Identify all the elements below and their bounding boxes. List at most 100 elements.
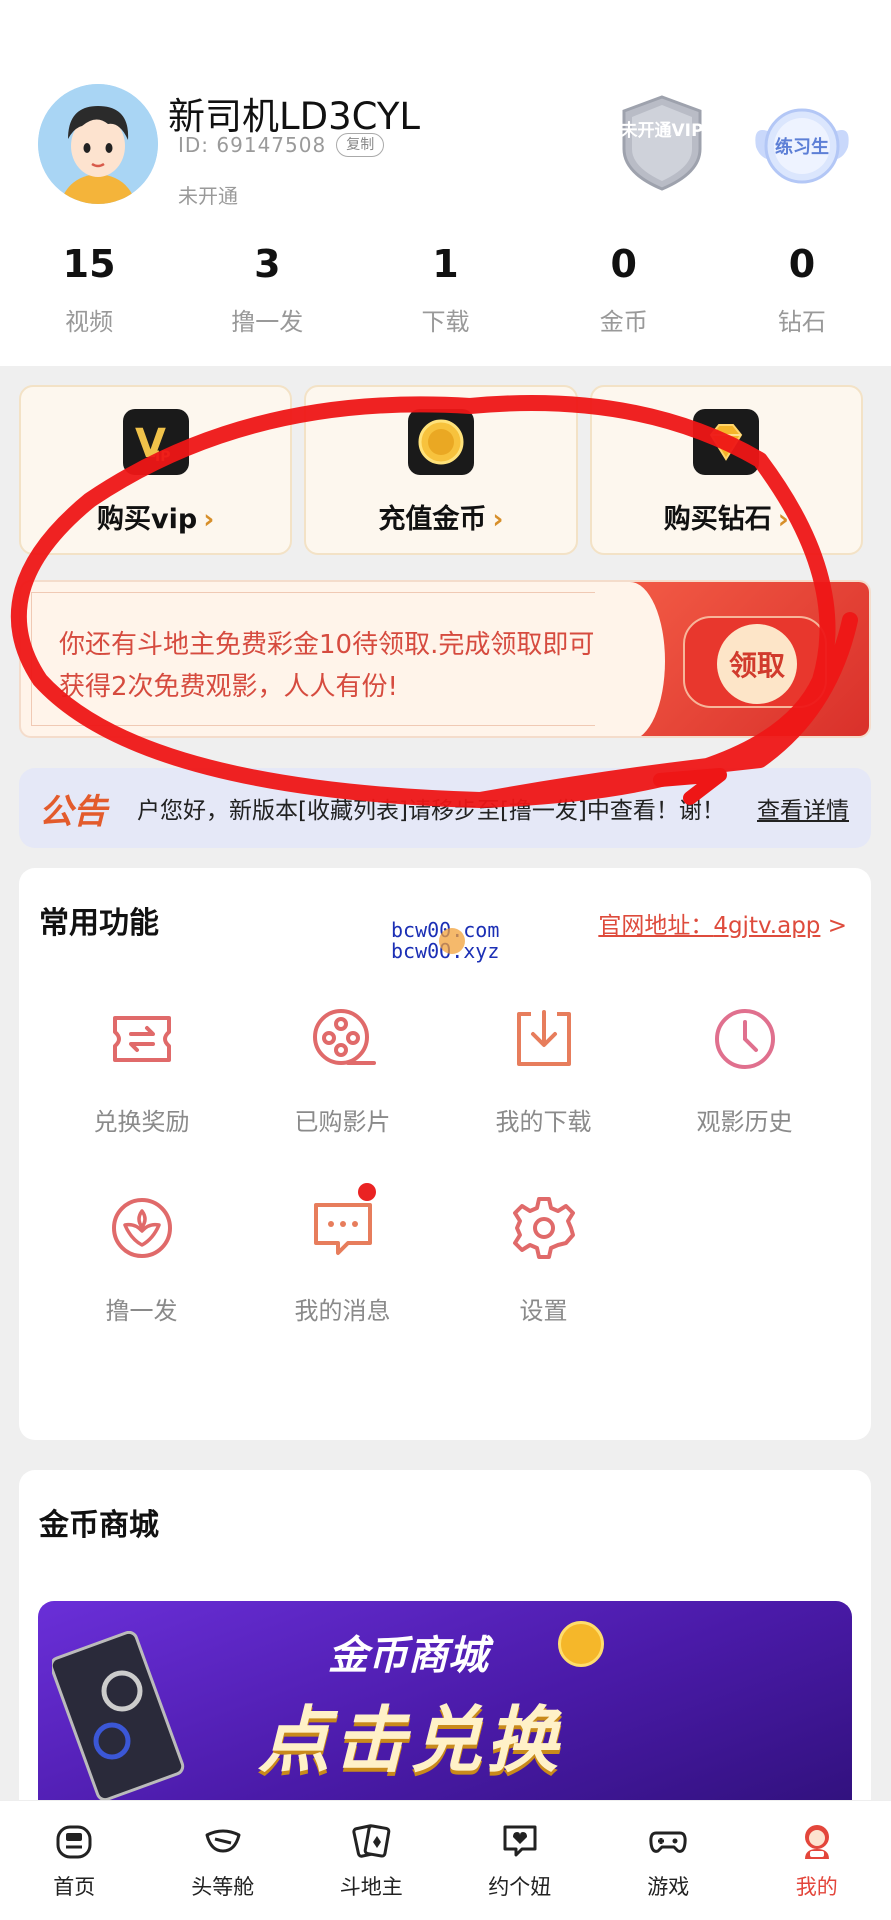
- copy-id-button[interactable]: 复制: [336, 133, 385, 157]
- buy-vip-label: 购买vip ›: [21, 497, 290, 536]
- stat-value: 15: [62, 242, 116, 286]
- unread-dot: [358, 1183, 376, 1201]
- ticket-exchange-icon: [112, 1016, 171, 1062]
- card-label-text: 购买钻石: [663, 504, 772, 535]
- function-label: 观影历史: [696, 1108, 793, 1136]
- nav-home[interactable]: 首页: [0, 1801, 149, 1920]
- rank-badge[interactable]: 练习生: [752, 103, 852, 189]
- username: 新司机LD3CYL: [168, 95, 421, 138]
- promo-text: 你还有斗地主免费彩金10待领取.完成领取即可获得2次免费观影，人人有份!: [59, 630, 595, 702]
- gear-icon: [512, 1197, 575, 1259]
- settings-item[interactable]: 设置: [443, 1193, 644, 1326]
- free-bonus-banner[interactable]: 你还有斗地主免费彩金10待领取.完成领取即可获得2次免费观影，人人有份! 领取: [19, 580, 871, 738]
- stat-value: 0: [788, 242, 816, 286]
- avatar[interactable]: [38, 84, 158, 204]
- nav-date[interactable]: 约个妞: [446, 1801, 595, 1920]
- svg-text:IP: IP: [155, 449, 170, 465]
- buy-diamonds-card[interactable]: 购买钻石 ›: [589, 385, 863, 555]
- function-grid: 兑换奖励 已购影片 我的下载 观影历史 撸一发 我的消息 设置: [19, 1004, 871, 1326]
- stat-value: 1: [432, 242, 459, 286]
- coin-icon: [407, 409, 474, 475]
- home-icon: [56, 1825, 92, 1859]
- card-label-text: 购买vip: [97, 504, 198, 535]
- nav-label: 头等舱: [191, 1875, 255, 1899]
- emblem-icon: [111, 1198, 172, 1258]
- download-icon: [516, 1010, 571, 1066]
- nav-label: 我的: [795, 1875, 838, 1899]
- user-id: ID: 69147508: [178, 133, 327, 157]
- nav-label: 约个妞: [488, 1875, 552, 1899]
- banner-headline: 点击兑换: [258, 1698, 563, 1782]
- announcement-tag: 公告: [39, 791, 107, 832]
- announcement-text: 户您好，新版本[收藏列表]请移步至[撸一发]中查看！谢！: [137, 798, 725, 824]
- vip-badge[interactable]: 未开通VIP: [614, 93, 710, 193]
- nav-mine[interactable]: 我的: [743, 1801, 891, 1920]
- chevron-right-icon: >: [827, 913, 847, 939]
- stats-row: 15 视频 3 撸一发 1 下载 0 金币 0 钻石: [0, 238, 891, 337]
- watermark: bcw00.com bcw0O.xyz: [391, 920, 499, 962]
- watermark-logo-icon: [439, 928, 465, 954]
- stat-coins[interactable]: 0 金币: [535, 238, 713, 337]
- chevron-right-icon: ›: [492, 504, 504, 535]
- banner-title: 金币商城: [328, 1633, 488, 1679]
- stat-label: 下载: [421, 308, 470, 336]
- function-label: 撸一发: [105, 1297, 178, 1325]
- gamepad-icon: [649, 1831, 687, 1853]
- diamond-icon: [693, 409, 760, 475]
- nav-label: 首页: [53, 1875, 96, 1899]
- my-downloads-item[interactable]: 我的下载: [443, 1004, 644, 1137]
- promo-red-panel: 领取: [595, 582, 869, 736]
- clock-icon: [714, 1009, 775, 1069]
- common-functions-panel: 常用功能 bcw00.com bcw0O.xyz 官网地址：4gjtv.app …: [19, 868, 871, 1440]
- vip-badge-label: 未开通VIP: [620, 121, 704, 141]
- stat-diamonds[interactable]: 0 钻石: [713, 238, 891, 337]
- chevron-right-icon: ›: [777, 504, 789, 535]
- stat-videos[interactable]: 15 视频: [0, 238, 178, 337]
- view-details-link[interactable]: 查看详情: [757, 791, 849, 825]
- stat-value: 3: [254, 242, 281, 286]
- lu-yi-fa-item[interactable]: 撸一发: [41, 1193, 242, 1326]
- my-messages-item[interactable]: 我的消息: [242, 1183, 443, 1326]
- recharge-coins-label: 充值金币 ›: [306, 497, 575, 536]
- stat-lu[interactable]: 3 撸一发: [178, 238, 356, 337]
- recharge-coins-card[interactable]: 充值金币 ›: [304, 385, 578, 555]
- stat-label: 撸一发: [231, 308, 304, 336]
- coin-store-panel: 金币商城 金币商城 点击兑换: [19, 1470, 871, 1861]
- mask-icon: [205, 1829, 241, 1853]
- claim-button-label: 领取: [717, 624, 797, 704]
- watch-history-item[interactable]: 观影历史: [644, 1004, 845, 1137]
- exchange-rewards-item[interactable]: 兑换奖励: [41, 1004, 242, 1137]
- buy-diamonds-label: 购买钻石 ›: [592, 497, 861, 536]
- nav-label: 斗地主: [339, 1875, 403, 1899]
- profile-icon: [804, 1825, 829, 1859]
- site-prefix: 官网地址：: [598, 913, 714, 939]
- card-label-text: 充值金币: [378, 504, 487, 535]
- avatar-illustration: [38, 84, 158, 204]
- vip-shield-icon: [622, 95, 702, 191]
- section-title: 金币商城: [39, 1508, 159, 1543]
- function-label: 兑换奖励: [93, 1108, 190, 1136]
- function-label: 已购影片: [294, 1108, 391, 1136]
- user-id-row: ID: 69147508 复制: [178, 133, 385, 157]
- stat-downloads[interactable]: 1 下载: [356, 238, 534, 337]
- announcement-bar: 公告 户您好，新版本[收藏列表]请移步至[撸一发]中查看！谢！ 查看详情: [19, 768, 871, 848]
- nav-dou-di-zhu[interactable]: 斗地主: [297, 1801, 446, 1920]
- nav-first-class[interactable]: 头等舱: [149, 1801, 298, 1920]
- official-site-link[interactable]: 官网地址：4gjtv.app >: [598, 906, 847, 940]
- purchased-films-item[interactable]: 已购影片: [242, 1004, 443, 1137]
- nav-label: 游戏: [647, 1875, 690, 1899]
- claim-button[interactable]: 领取: [683, 616, 827, 708]
- nav-games[interactable]: 游戏: [594, 1801, 743, 1920]
- stat-label: 视频: [65, 308, 114, 336]
- section-title: 常用功能: [39, 906, 159, 941]
- bottom-nav: 首页 头等舱 斗地主 约个妞 游戏 我的: [0, 1800, 891, 1920]
- rank-badge-label: 练习生: [775, 137, 829, 158]
- function-label: 设置: [519, 1297, 568, 1325]
- buy-vip-card[interactable]: V IP 购买vip ›: [19, 385, 293, 555]
- site-url: 4gjtv.app: [713, 913, 821, 939]
- film-reel-icon: [312, 1009, 376, 1065]
- vip-icon: V IP: [122, 409, 189, 475]
- stat-label: 钻石: [777, 308, 826, 336]
- message-icon: [313, 1203, 372, 1255]
- membership-status: 未开通: [178, 184, 238, 208]
